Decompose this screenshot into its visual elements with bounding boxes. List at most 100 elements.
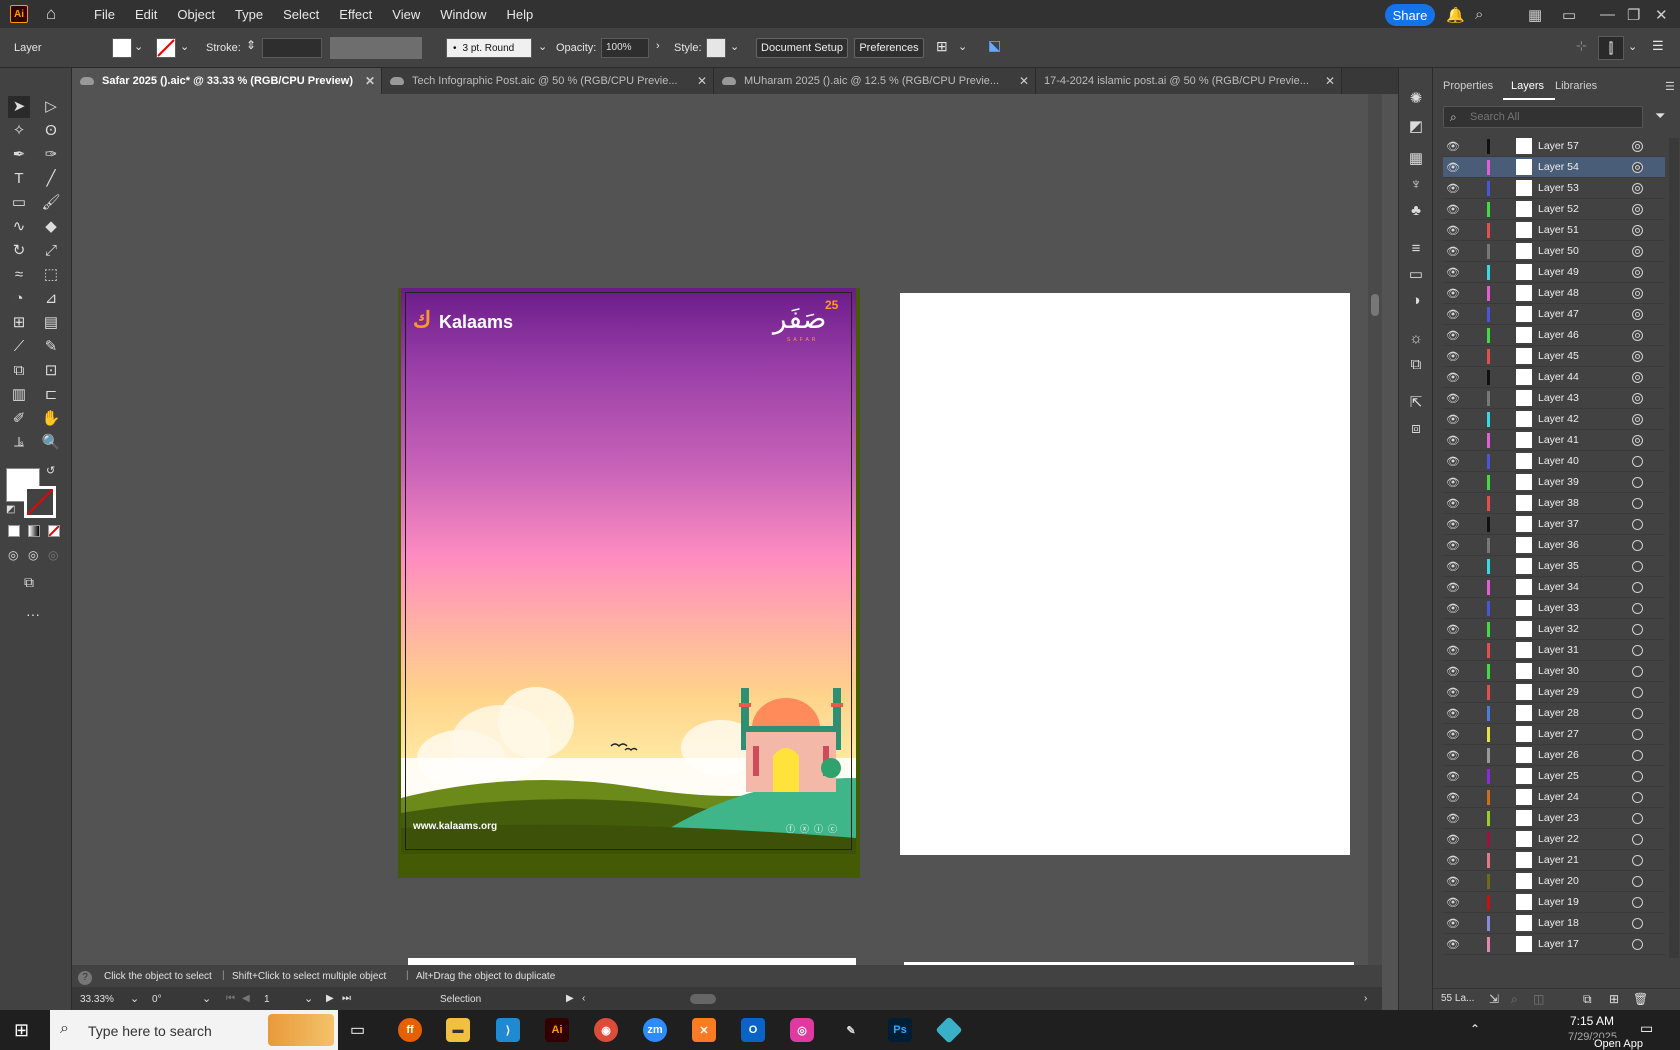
visibility-eye-icon[interactable]: 👁 bbox=[1445, 749, 1461, 762]
target-icon[interactable] bbox=[1632, 602, 1643, 614]
zoom-tool-icon[interactable]: 🔍 bbox=[40, 432, 62, 454]
pen-tool-icon[interactable]: ✒ bbox=[8, 144, 30, 166]
menu-object[interactable]: Object bbox=[177, 7, 215, 22]
artboards-panel-icon[interactable]: ⧈ bbox=[1405, 418, 1427, 440]
visibility-eye-icon[interactable]: 👁 bbox=[1445, 266, 1461, 279]
visibility-eye-icon[interactable]: 👁 bbox=[1445, 539, 1461, 552]
menu-file[interactable]: File bbox=[94, 7, 115, 22]
menu-help[interactable]: Help bbox=[506, 7, 533, 22]
export-icon[interactable]: ⇱ bbox=[1405, 392, 1427, 414]
filter-icon[interactable]: ⏷ bbox=[1655, 108, 1665, 124]
layer-row[interactable]: 👁 Layer 43 bbox=[1443, 388, 1665, 409]
layer-name[interactable]: Layer 41 bbox=[1538, 434, 1624, 446]
layer-name[interactable]: Layer 20 bbox=[1538, 875, 1624, 887]
next-artboard-icon[interactable]: ▶ bbox=[326, 993, 334, 1004]
first-artboard-icon[interactable]: ⏮ bbox=[226, 993, 235, 1004]
menu-list-icon[interactable]: ☰ bbox=[1652, 38, 1664, 54]
opacity-input[interactable]: 100% bbox=[601, 38, 649, 58]
layer-name[interactable]: Layer 44 bbox=[1538, 371, 1624, 383]
target-icon[interactable] bbox=[1632, 791, 1643, 803]
none-mode-icon[interactable] bbox=[48, 525, 60, 537]
visibility-eye-icon[interactable]: 👁 bbox=[1445, 602, 1461, 615]
task-view-icon[interactable]: ▭ bbox=[350, 1020, 365, 1040]
chrome-icon[interactable]: ◉ bbox=[594, 1018, 618, 1042]
graphic-styles-icon[interactable]: ⧉ bbox=[1405, 354, 1427, 376]
layer-row[interactable]: 👁 Layer 32 bbox=[1443, 619, 1665, 640]
layer-row[interactable]: 👁 Layer 35 bbox=[1443, 556, 1665, 577]
image-trace-icon[interactable]: ◩ bbox=[1405, 116, 1427, 138]
target-icon[interactable] bbox=[1632, 455, 1643, 467]
target-icon[interactable] bbox=[1632, 476, 1643, 488]
layer-row[interactable]: 👁 Layer 38 bbox=[1443, 493, 1665, 514]
variable-width-profile[interactable] bbox=[330, 37, 422, 59]
layer-row[interactable]: 👁 Layer 24 bbox=[1443, 787, 1665, 808]
menu-window[interactable]: Window bbox=[440, 7, 486, 22]
target-icon[interactable] bbox=[1632, 854, 1643, 866]
rotation-value[interactable]: 0° bbox=[152, 994, 162, 1005]
bell-icon[interactable]: 🔔 bbox=[1446, 6, 1465, 24]
rectangle-tool-icon[interactable]: ▭ bbox=[8, 192, 30, 214]
layer-row[interactable]: 👁 Layer 48 bbox=[1443, 283, 1665, 304]
target-icon[interactable] bbox=[1632, 833, 1643, 845]
layer-name[interactable]: Layer 36 bbox=[1538, 539, 1624, 551]
slice-tool-icon[interactable]: ✐ bbox=[8, 408, 30, 430]
visibility-eye-icon[interactable]: 👁 bbox=[1445, 476, 1461, 489]
gradient-tool-icon[interactable]: ▤ bbox=[40, 312, 62, 334]
layer-list-scrollbar[interactable] bbox=[1669, 138, 1679, 958]
target-icon[interactable] bbox=[1632, 644, 1643, 656]
layer-name[interactable]: Layer 18 bbox=[1538, 917, 1624, 929]
layer-row[interactable]: 👁 Layer 28 bbox=[1443, 703, 1665, 724]
target-icon[interactable] bbox=[1632, 686, 1643, 698]
artboard-tool-icon[interactable]: ⊏ bbox=[40, 384, 62, 406]
layer-row[interactable]: 👁 Layer 44 bbox=[1443, 367, 1665, 388]
layer-row[interactable]: 👁 Layer 51 bbox=[1443, 220, 1665, 241]
target-icon[interactable] bbox=[1632, 518, 1643, 530]
new-layer-icon[interactable]: ⊞ bbox=[1609, 992, 1619, 1006]
target-icon[interactable] bbox=[1632, 938, 1643, 950]
visibility-eye-icon[interactable]: 👁 bbox=[1445, 350, 1461, 363]
layer-name[interactable]: Layer 24 bbox=[1538, 791, 1624, 803]
chevron-down-icon[interactable]: ⌄ bbox=[134, 40, 143, 53]
graphic-style-swatch[interactable] bbox=[706, 38, 726, 58]
swatches-panel-icon[interactable]: ▦ bbox=[1405, 148, 1427, 170]
layer-row[interactable]: 👁 Layer 47 bbox=[1443, 304, 1665, 325]
document-setup-button[interactable]: Document Setup bbox=[756, 38, 848, 58]
more-tools-icon[interactable]: ··· bbox=[26, 606, 40, 622]
horizontal-scrollbar-thumb[interactable] bbox=[690, 994, 716, 1004]
layer-row[interactable]: 👁 Layer 20 bbox=[1443, 871, 1665, 892]
layer-row[interactable]: 👁 Layer 23 bbox=[1443, 808, 1665, 829]
visibility-eye-icon[interactable]: 👁 bbox=[1445, 245, 1461, 258]
tray-chevron-icon[interactable]: ⌃ bbox=[1470, 1022, 1480, 1036]
layer-name[interactable]: Layer 52 bbox=[1538, 203, 1624, 215]
appearance-panel-icon[interactable]: ☼ bbox=[1405, 328, 1427, 350]
target-icon[interactable] bbox=[1632, 497, 1643, 509]
visibility-eye-icon[interactable]: 👁 bbox=[1445, 287, 1461, 300]
layer-name[interactable]: Layer 30 bbox=[1538, 665, 1624, 677]
stroke-weight-input[interactable] bbox=[262, 38, 322, 58]
layer-row[interactable]: 👁 Layer 27 bbox=[1443, 724, 1665, 745]
layer-name[interactable]: Layer 53 bbox=[1538, 182, 1624, 194]
visibility-eye-icon[interactable]: 👁 bbox=[1445, 581, 1461, 594]
color-mode-icon[interactable] bbox=[8, 525, 20, 537]
layer-row[interactable]: 👁 Layer 42 bbox=[1443, 409, 1665, 430]
menu-select[interactable]: Select bbox=[283, 7, 319, 22]
stroke-swatch[interactable] bbox=[156, 38, 176, 58]
taskbar-search[interactable]: ⌕ Type here to search bbox=[50, 1010, 338, 1050]
target-icon[interactable] bbox=[1632, 875, 1643, 887]
chevron-down-icon[interactable]: ⌄ bbox=[538, 40, 547, 53]
layer-row[interactable]: 👁 Layer 31 bbox=[1443, 640, 1665, 661]
layer-name[interactable]: Layer 17 bbox=[1538, 938, 1624, 950]
stepper-icon[interactable]: ⇕ bbox=[246, 38, 256, 52]
file-explorer-icon[interactable]: ▬ bbox=[446, 1018, 470, 1042]
visibility-eye-icon[interactable]: 👁 bbox=[1445, 791, 1461, 804]
rotate-tool-icon[interactable]: ↻ bbox=[8, 240, 30, 262]
layer-name[interactable]: Layer 31 bbox=[1538, 644, 1624, 656]
tab-islamic-post[interactable]: 17-4-2024 islamic post.ai @ 50 % (RGB/CP… bbox=[1036, 68, 1342, 94]
chevron-down-icon[interactable]: ⌄ bbox=[304, 992, 313, 1005]
tab-properties[interactable]: Properties bbox=[1443, 80, 1493, 92]
default-colors-icon[interactable]: ◩ bbox=[6, 504, 15, 515]
layer-name[interactable]: Layer 37 bbox=[1538, 518, 1624, 530]
layer-name[interactable]: Layer 45 bbox=[1538, 350, 1624, 362]
stroke-panel-icon[interactable]: ≡ bbox=[1405, 238, 1427, 260]
gradient-mode-icon[interactable] bbox=[28, 525, 40, 537]
